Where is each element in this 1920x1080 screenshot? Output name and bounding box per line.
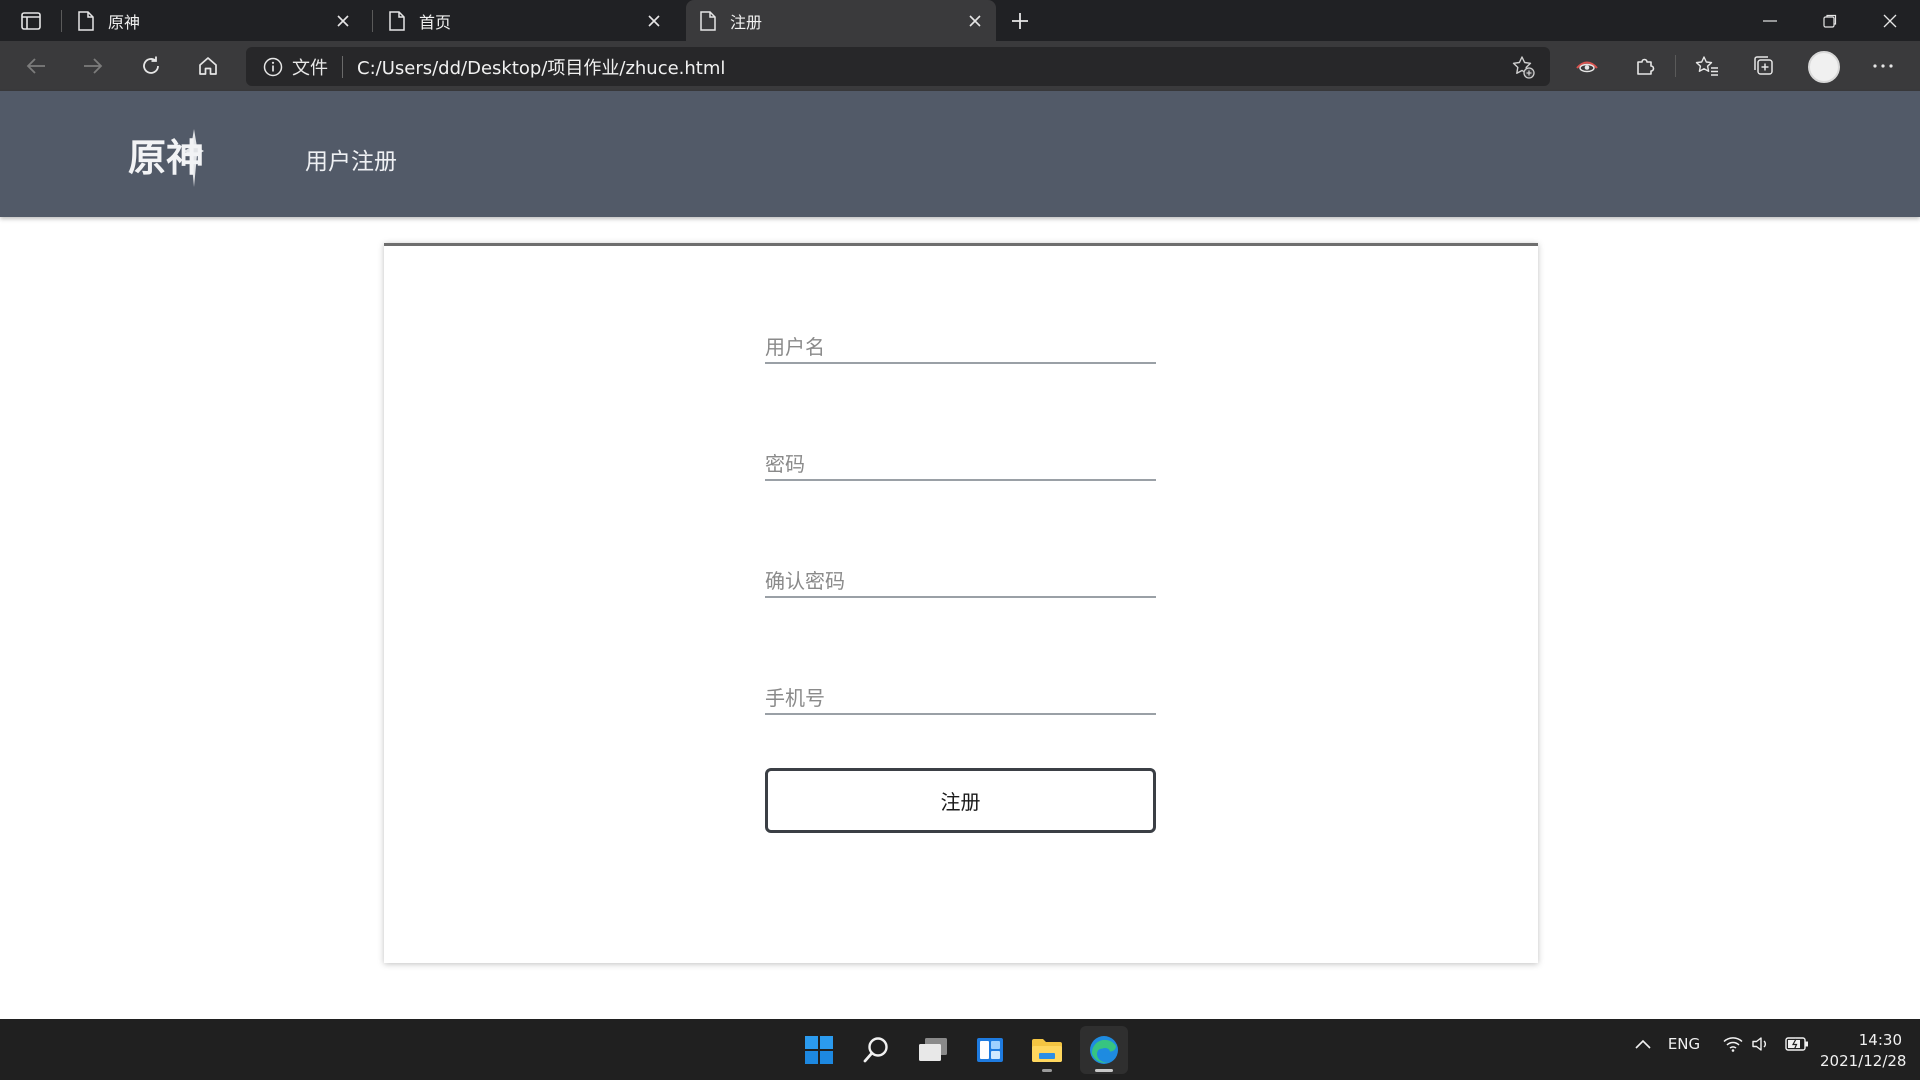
page-title: 用户注册 [305,149,397,175]
phone-field[interactable] [765,675,1156,715]
file-explorer-icon[interactable] [1023,1026,1071,1074]
chevron-up-icon[interactable] [1632,1033,1654,1055]
extension-eye-icon[interactable] [1570,49,1604,83]
username-field[interactable] [765,324,1156,364]
tab-genshin[interactable]: 原神 [64,0,364,41]
tab-title: 首页 [419,12,452,32]
password-input[interactable] [765,441,1156,479]
widgets-icon[interactable] [966,1026,1014,1074]
minimize-icon[interactable] [1740,0,1800,41]
username-input[interactable] [765,324,1156,362]
new-tab-icon[interactable] [1005,6,1035,36]
start-windows-icon[interactable] [795,1026,843,1074]
search-icon[interactable] [852,1026,900,1074]
tab-title: 注册 [730,12,763,32]
collections-icon[interactable] [1747,49,1781,83]
phone-input[interactable] [765,675,1156,713]
clock-date: 2021/12/28 [1820,1052,1907,1070]
tab-actions-icon[interactable] [16,8,46,34]
back-arrow-icon[interactable] [19,49,53,83]
password-field[interactable] [765,441,1156,481]
favorites-icon[interactable] [1690,49,1724,83]
extensions-puzzle-icon[interactable] [1628,49,1662,83]
tab-home[interactable]: 首页 [375,0,675,41]
tab-register[interactable]: 注册 [686,0,996,41]
security-label: 文件 [292,57,328,79]
page-icon [389,10,409,32]
edge-browser-icon[interactable] [1080,1026,1128,1074]
clock-time: 14:30 [1858,1031,1902,1049]
browser-toolbar: 文件 C:/Users/dd/Desktop/项目作业/zhuce.html [0,41,1920,91]
confirm-password-field[interactable] [765,558,1156,598]
battery-icon[interactable] [1784,1033,1810,1055]
restore-icon[interactable] [1800,0,1860,41]
home-icon[interactable] [191,49,225,83]
language-indicator[interactable]: ENG [1664,1033,1704,1055]
page-icon [78,10,98,32]
confirm-password-input[interactable] [765,558,1156,596]
close-window-icon[interactable] [1860,0,1920,41]
close-icon[interactable] [964,10,986,32]
url-text[interactable]: C:/Users/dd/Desktop/项目作业/zhuce.html [357,54,1508,80]
info-icon[interactable] [262,56,284,78]
browser-tab-bar: 原神 首页 注册 [0,0,1920,41]
close-icon[interactable] [643,10,665,32]
genshin-logo[interactable]: 原神 [124,125,210,187]
add-favorite-icon[interactable] [1508,52,1538,82]
tab-title: 原神 [108,12,141,32]
volume-icon[interactable] [1750,1033,1772,1055]
system-clock[interactable]: 14:30 2021/12/28 [1820,1030,1907,1072]
profile-avatar[interactable] [1808,51,1840,83]
forward-arrow-icon[interactable] [76,49,110,83]
page-icon [700,10,720,32]
close-icon[interactable] [332,10,354,32]
site-header [0,91,1920,217]
address-bar[interactable]: 文件 C:/Users/dd/Desktop/项目作业/zhuce.html [246,47,1550,86]
wifi-icon[interactable] [1722,1033,1744,1055]
register-button[interactable]: 注册 [765,768,1156,833]
task-view-icon[interactable] [909,1026,957,1074]
more-options-icon[interactable] [1866,49,1900,83]
refresh-icon[interactable] [134,49,168,83]
